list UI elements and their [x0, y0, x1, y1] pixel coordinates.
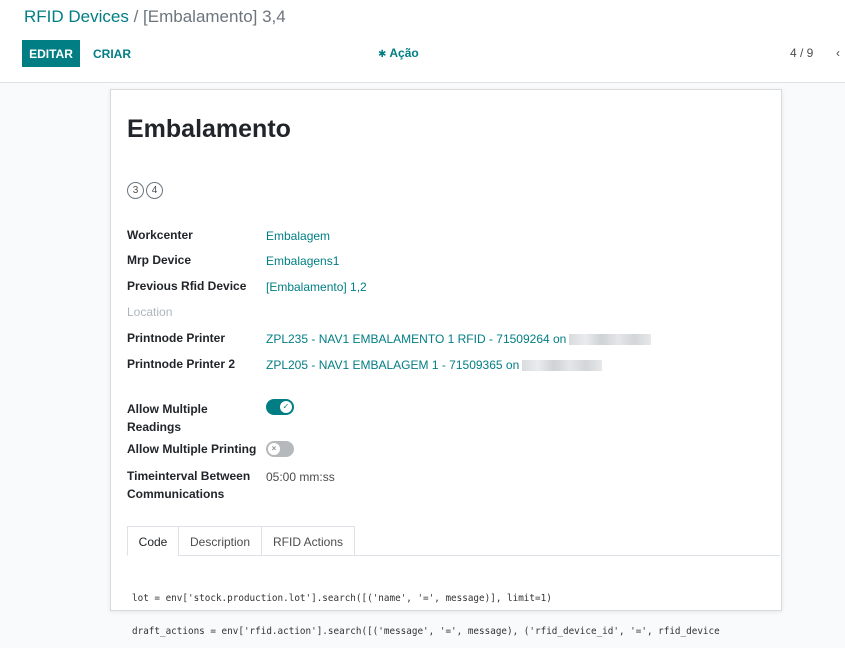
mrp-device-link[interactable]: Embalagens1 — [266, 252, 339, 270]
chevron-left-icon[interactable]: ‹ — [836, 40, 845, 67]
printnode-printer-link[interactable]: ZPL235 - NAV1 EMBALAMENTO 1 RFID - 71509… — [266, 330, 652, 348]
time-interval-label-line: Timeinterval Between — [127, 469, 251, 483]
allow-multiple-readings-toggle[interactable]: ✓ — [266, 399, 294, 415]
tab-code[interactable]: Code — [127, 526, 179, 556]
time-interval-label: Timeinterval Between Communications — [127, 467, 250, 503]
action-menu[interactable]: ✱ Ação — [378, 40, 419, 67]
workcenter-label: Workcenter — [127, 228, 193, 242]
code-line: lot = env['stock.production.lot'].search… — [132, 593, 552, 604]
edit-button[interactable]: EDITAR — [22, 40, 80, 67]
breadcrumb: RFID Devices / [Embalamento] 3,4 — [24, 6, 286, 28]
code-editor[interactable]: lot = env['stock.production.lot'].search… — [132, 571, 772, 648]
gear-icon: ✱ — [378, 49, 387, 60]
printnode-printer-value: ZPL235 - NAV1 EMBALAMENTO 1 RFID - 71509… — [266, 332, 567, 346]
printnode-printer-2-link[interactable]: ZPL205 - NAV1 EMBALAGEM 1 - 71509365 on — [266, 356, 603, 374]
redacted-host — [569, 334, 652, 346]
record-title: Embalamento — [127, 115, 291, 143]
badge-number: 3 — [127, 182, 144, 199]
breadcrumb-current: [Embalamento] 3,4 — [143, 7, 286, 26]
badge-group: 34 — [127, 180, 165, 199]
printnode-printer-2-label: Printnode Printer 2 — [127, 357, 236, 371]
tab-rfid-actions[interactable]: RFID Actions — [261, 526, 355, 556]
close-icon: × — [268, 443, 280, 455]
allow-multiple-printing-label: Allow Multiple Printing — [127, 442, 257, 456]
breadcrumb-separator: / — [128, 7, 144, 26]
badge-number: 4 — [146, 182, 163, 199]
action-menu-label: Ação — [389, 46, 419, 60]
code-line: draft_actions = env['rfid.action'].searc… — [132, 626, 720, 637]
workcenter-link[interactable]: Embalagem — [266, 227, 330, 245]
time-interval-value: 05:00 mm:ss — [266, 470, 335, 484]
mrp-device-label: Mrp Device — [127, 253, 192, 267]
check-icon: ✓ — [280, 401, 292, 413]
allow-multiple-readings-label: Allow Multiple Readings — [127, 400, 208, 436]
allow-multiple-printing-toggle[interactable]: × — [266, 441, 294, 457]
tab-description[interactable]: Description — [178, 526, 262, 556]
time-interval-label-line: Communications — [127, 487, 225, 501]
control-panel: RFID Devices / [Embalamento] 3,4 EDITAR … — [0, 0, 845, 83]
create-button[interactable]: CRIAR — [86, 40, 138, 67]
previous-rfid-device-link[interactable]: [Embalamento] 1,2 — [266, 278, 367, 296]
previous-rfid-device-label: Previous Rfid Device — [127, 279, 247, 293]
allow-multiple-readings-label-line: Readings — [127, 420, 182, 434]
location-label: Location — [127, 305, 173, 319]
pager-value[interactable]: 4 / 9 — [790, 40, 813, 67]
printnode-printer-2-value: ZPL205 - NAV1 EMBALAGEM 1 - 71509365 on — [266, 358, 520, 372]
redacted-host — [522, 360, 603, 372]
printnode-printer-label: Printnode Printer — [127, 331, 226, 345]
allow-multiple-readings-label-line: Allow Multiple — [127, 402, 208, 416]
breadcrumb-parent-link[interactable]: RFID Devices — [24, 7, 129, 26]
